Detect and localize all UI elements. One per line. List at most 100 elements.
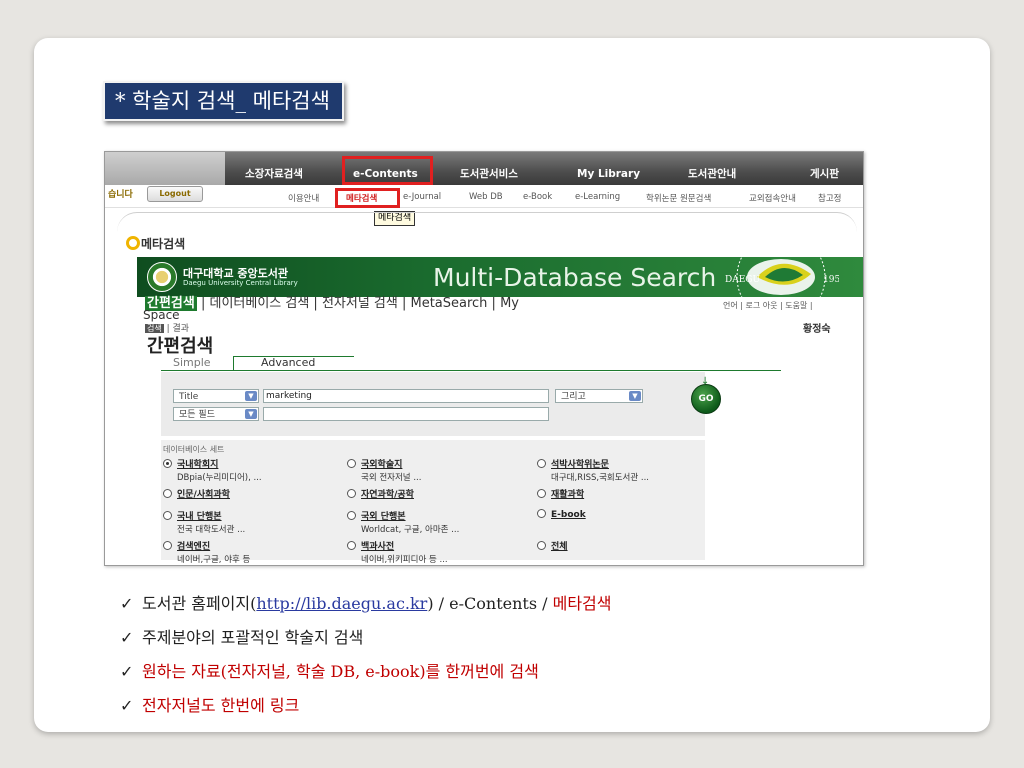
bullet-item: ✓ 도서관 홈페이지(http://lib.daegu.ac.kr) / e-Co… xyxy=(120,590,611,624)
db-option[interactable]: 인문/사회과학 xyxy=(163,487,230,500)
chevron-down-icon: ▼ xyxy=(245,409,257,419)
section-bullet-icon xyxy=(126,236,140,250)
bullet-text: 주제분야의 포괄적인 학술지 검색 xyxy=(142,628,364,647)
radio-icon[interactable] xyxy=(347,511,356,520)
nav-item-my-library[interactable]: My Library xyxy=(577,152,640,185)
mode-simple[interactable]: Simple xyxy=(173,356,211,369)
nav-item-library-info[interactable]: 도서관안내 xyxy=(688,152,736,185)
check-icon: ✓ xyxy=(120,628,134,647)
db-option-desc: 대구대,RISS,국회도서관 ... xyxy=(551,473,649,483)
chevron-down-icon: ▼ xyxy=(629,391,641,401)
field-select-2-value: 모든 필드 xyxy=(179,410,215,420)
check-icon: ✓ xyxy=(120,594,134,613)
bullet-item: ✓ 원하는 자료(전자저널, 학술 DB, e-book)를 한꺼번에 검색 xyxy=(120,658,611,692)
db-option[interactable]: 전체 xyxy=(537,539,568,552)
go-button[interactable]: GO xyxy=(691,384,721,414)
db-option-name[interactable]: 전체 xyxy=(551,542,568,552)
db-option[interactable]: 검색엔진네이버,구글, 야후 등 xyxy=(163,539,250,565)
radio-icon[interactable] xyxy=(163,511,172,520)
bullet-text-red: 원하는 자료(전자저널, 학술 DB, e-book)를 한꺼번에 검색 xyxy=(142,662,539,681)
db-option[interactable]: E-book xyxy=(537,509,586,520)
db-option-name[interactable]: 백과사전 xyxy=(361,542,394,552)
radio-icon[interactable] xyxy=(163,541,172,550)
database-set-panel: 데이터베이스 세트 국내학회지 DBpia(누리미디어), ... 국외학술지 국외… xyxy=(161,440,705,565)
highlight-metasearch xyxy=(335,188,400,208)
subnav-guide[interactable]: 이용안내 xyxy=(288,192,319,204)
radio-icon[interactable] xyxy=(537,489,546,498)
nav-item-holdings-search[interactable]: 소장자료검색 xyxy=(245,152,303,185)
radio-selected-icon[interactable] xyxy=(163,459,172,468)
slide-title: * 학술지 검색_ 메타검색 xyxy=(103,81,344,121)
radio-icon[interactable] xyxy=(347,459,356,468)
db-option-desc: DBpia(누리미디어), ... xyxy=(177,473,262,483)
search-panel: Title ▼ marketing 그리고 ▼ 모든 필드 ▼ xyxy=(161,372,705,436)
radio-icon[interactable] xyxy=(347,489,356,498)
subnav-reference[interactable]: 참고정 xyxy=(818,192,841,204)
mode-underline xyxy=(161,370,781,371)
meta-banner: 대구대학교 중앙도서관 Daegu University Central Lib… xyxy=(137,254,863,300)
db-option[interactable]: 자연과학/공학 xyxy=(347,487,414,500)
db-option[interactable]: 석박사학위논문대구대,RISS,국회도서관 ... xyxy=(537,457,649,483)
db-option-name[interactable]: 국내학회지 xyxy=(177,460,218,470)
radio-icon[interactable] xyxy=(537,509,546,518)
svg-text:1956: 1956 xyxy=(823,275,839,285)
nav-item-board[interactable]: 게시판 xyxy=(810,152,839,185)
bullet-list: ✓ 도서관 홈페이지(http://lib.daegu.ac.kr) / e-Co… xyxy=(120,590,611,726)
bullet-text: 도서관 홈페이지( xyxy=(142,594,257,613)
logout-button[interactable]: Logout xyxy=(147,186,203,202)
mode-advanced[interactable]: Advanced xyxy=(261,356,315,369)
radio-icon[interactable] xyxy=(163,489,172,498)
search-term-1[interactable]: marketing xyxy=(263,389,549,403)
db-option-desc: 국외 전자저널 ... xyxy=(361,473,422,483)
bullet-item: ✓ 전자저널도 한번에 링크 xyxy=(120,692,611,726)
subnav-e-journal[interactable]: e-Journal xyxy=(403,192,441,202)
check-icon: ✓ xyxy=(120,696,134,715)
db-option-desc: 네이버,구글, 야후 등 xyxy=(177,555,251,565)
sub-nav-bar: 습니다 Logout 이용안내 메타검색 e-Journal Web DB e-… xyxy=(105,185,863,208)
top-nav-left xyxy=(105,152,225,185)
radio-icon[interactable] xyxy=(537,541,546,550)
tab-my-space[interactable]: Space xyxy=(143,308,180,322)
db-option-name[interactable]: 석박사학위논문 xyxy=(551,460,609,470)
check-icon: ✓ xyxy=(120,662,134,681)
db-option-name[interactable]: E-book xyxy=(551,510,586,520)
subnav-e-book[interactable]: e-Book xyxy=(523,192,552,202)
library-screenshot: 소장자료검색 e-Contents 도서관서비스 My Library 도서관안… xyxy=(104,151,864,566)
db-option-name[interactable]: 국외학술지 xyxy=(361,460,402,470)
db-option-name[interactable]: 재활과학 xyxy=(551,490,584,500)
db-option[interactable]: 국외학술지국외 전자저널 ... xyxy=(347,457,421,483)
db-option[interactable]: 재활과학 xyxy=(537,487,584,500)
subnav-thesis[interactable]: 학위논문 원문검색 xyxy=(646,192,711,204)
subnav-web-db[interactable]: Web DB xyxy=(469,192,503,202)
db-option-name[interactable]: 국외 단행본 xyxy=(361,512,406,522)
operator-value: 그리고 xyxy=(561,392,586,402)
homepage-link[interactable]: http://lib.daegu.ac.kr xyxy=(256,594,427,613)
subnav-remote-access[interactable]: 교외접속안내 xyxy=(749,192,796,204)
db-option[interactable]: 국내 단행본 전국 대학도서관 ... xyxy=(163,509,245,535)
field-select-2[interactable]: 모든 필드 ▼ xyxy=(173,407,259,421)
university-logo-icon xyxy=(147,262,177,292)
radio-icon[interactable] xyxy=(347,541,356,550)
db-option-name[interactable]: 검색엔진 xyxy=(177,542,210,552)
content-curve xyxy=(117,212,857,243)
db-option[interactable]: 국내학회지 DBpia(누리미디어), ... xyxy=(163,457,262,483)
db-option-desc: 네이버,위키피디아 등 ... xyxy=(361,555,448,565)
db-option[interactable]: 백과사전네이버,위키피디아 등 ... xyxy=(347,539,448,565)
bullet-text: ) / e-Contents / xyxy=(427,594,553,613)
login-name: 습니다 xyxy=(108,190,133,200)
nav-item-library-services[interactable]: 도서관서비스 xyxy=(460,152,518,185)
db-option-name[interactable]: 인문/사회과학 xyxy=(177,490,230,500)
db-option-name[interactable]: 자연과학/공학 xyxy=(361,490,414,500)
top-nav-bar: 소장자료검색 e-Contents 도서관서비스 My Library 도서관안… xyxy=(105,152,863,185)
radio-icon[interactable] xyxy=(537,459,546,468)
db-option[interactable]: 국외 단행본 Worldcat, 구글, 아마존 ... xyxy=(347,509,459,535)
tab-others[interactable]: | 데이터베이스 검색 | 전자저널 검색 | MetaSearch | My xyxy=(197,296,519,311)
utility-links[interactable]: 언어 | 로그 아웃 | 도움말 | xyxy=(723,300,813,311)
subnav-e-learning[interactable]: e-Learning xyxy=(575,192,620,202)
banner-title: Multi-Database Search xyxy=(433,263,717,292)
field-select-1[interactable]: Title ▼ xyxy=(173,389,259,403)
search-term-2[interactable] xyxy=(263,407,549,421)
operator-select[interactable]: 그리고 ▼ xyxy=(555,389,643,403)
university-name-en: Daegu University Central Library xyxy=(183,279,298,287)
db-option-name[interactable]: 국내 단행본 xyxy=(177,512,222,522)
